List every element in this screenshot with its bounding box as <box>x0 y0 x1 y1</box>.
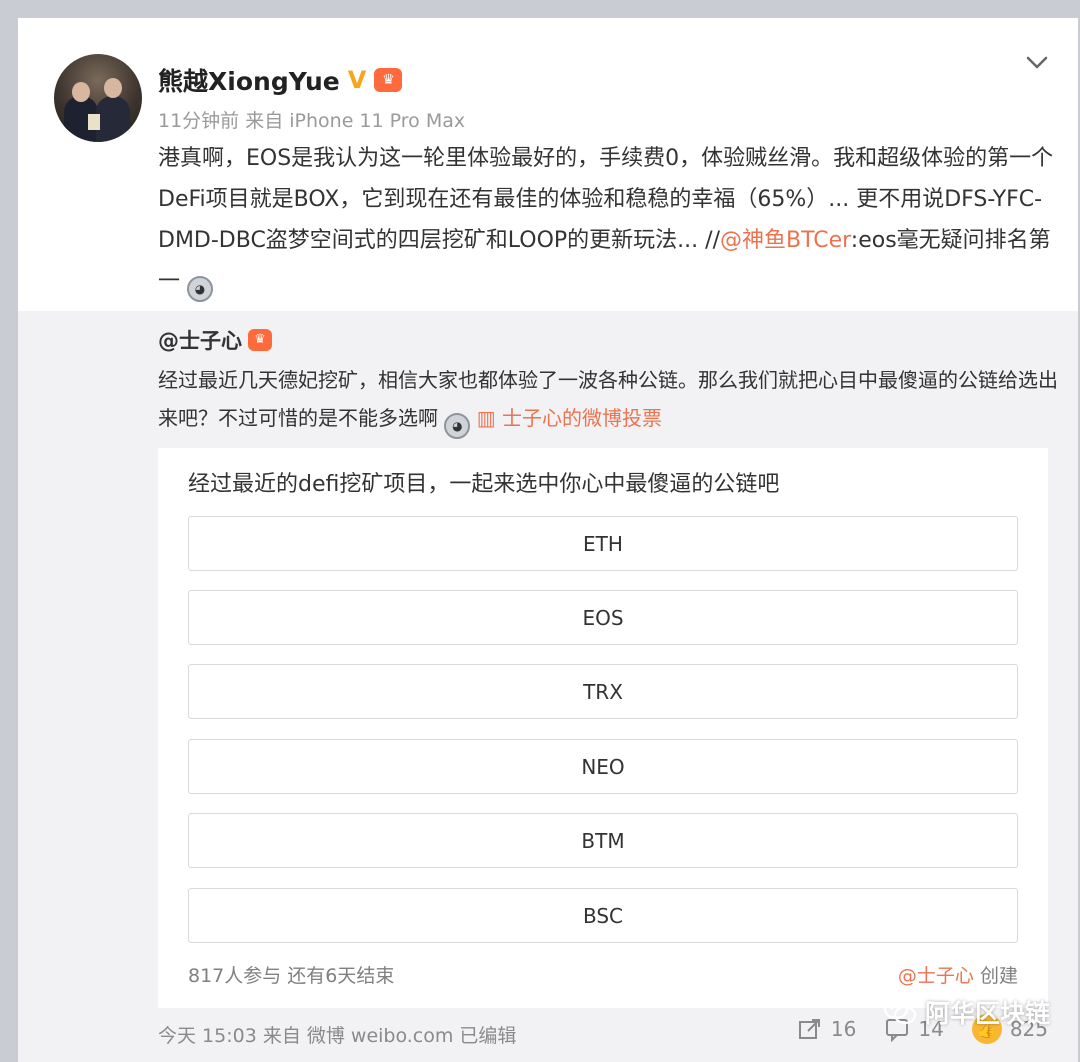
poll-card: 经过最近的defi挖矿项目，一起来选中你心中最傻逼的公链吧 ETH EOS TR… <box>158 448 1048 1008</box>
repost-block: @士子心 ♛ 经过最近几天德妃挖矿，相信大家也都体验了一波各种公链。那么我们就把… <box>18 311 1078 1062</box>
author-name[interactable]: 熊越XiongYue <box>158 62 340 98</box>
repost-text: 经过最近几天德妃挖矿，相信大家也都体验了一波各种公链。那么我们就把心目中最傻逼的… <box>158 361 1058 439</box>
vote-chart-icon: ▥ <box>476 406 502 430</box>
vote-link[interactable]: ▥ 士子心的微博投票 <box>477 406 662 430</box>
wechat-logo-icon <box>883 998 917 1025</box>
poll-option[interactable]: BSC <box>188 888 1018 943</box>
post-text: 港真啊，EOS是我认为这一轮里体验最好的，手续费0，体验贼丝滑。我和超级体验的第… <box>158 138 1058 302</box>
share-button[interactable]: 16 <box>797 1016 856 1042</box>
poll-option-label: EOS <box>582 605 624 630</box>
poll-option[interactable]: ETH <box>188 516 1018 571</box>
poll-option[interactable]: EOS <box>188 590 1018 645</box>
poll-option[interactable]: NEO <box>188 739 1018 794</box>
weibo-post-card: 熊越XiongYue V ♛ 11分钟前 来自 iPhone 11 Pro Ma… <box>18 18 1078 1062</box>
emoji-icon: ◕ <box>444 413 471 439</box>
vote-link-label: 士子心的微博投票 <box>501 406 662 430</box>
poll-creator-link[interactable]: @士子心 <box>898 965 974 987</box>
chevron-down-icon[interactable] <box>1022 48 1052 78</box>
watermark-text: 阿华区块链 <box>924 999 1050 1028</box>
member-badge-icon: ♛ <box>248 329 272 351</box>
share-count: 16 <box>830 1017 857 1041</box>
poll-option[interactable]: BTM <box>188 813 1018 868</box>
poll-option[interactable]: TRX <box>188 664 1018 719</box>
poll-option-label: TRX <box>583 679 623 704</box>
member-badge-icon: ♛ <box>374 68 403 92</box>
poll-creator-row: @士子心 创建 <box>898 961 1018 988</box>
author-avatar[interactable] <box>54 54 142 142</box>
mention-link[interactable]: @神鱼BTCer <box>720 228 851 253</box>
poll-option-label: BTM <box>581 828 625 853</box>
poll-created-label: 创建 <box>979 965 1018 987</box>
watermark: 阿华区块链 <box>883 994 1050 1030</box>
author-name-row: 熊越XiongYue V ♛ <box>158 62 403 98</box>
poll-option-label: NEO <box>581 754 625 779</box>
post-meta: 11分钟前 来自 iPhone 11 Pro Max <box>158 110 466 132</box>
repost-author[interactable]: @士子心 <box>158 325 242 355</box>
emoji-icon: ◕ <box>187 276 214 302</box>
share-icon <box>798 1019 820 1039</box>
poll-title: 经过最近的defi挖矿项目，一起来选中你心中最傻逼的公链吧 <box>188 472 780 497</box>
poll-option-label: ETH <box>583 531 623 556</box>
repost-meta: 今天 15:03 来自 微博 weibo.com 已编辑 <box>158 1025 517 1047</box>
poll-option-label: BSC <box>582 903 624 928</box>
repost-author-row: @士子心 ♛ <box>158 325 272 355</box>
verified-icon: V <box>347 66 367 94</box>
poll-participants: 817人参与 还有6天结束 <box>188 965 395 987</box>
